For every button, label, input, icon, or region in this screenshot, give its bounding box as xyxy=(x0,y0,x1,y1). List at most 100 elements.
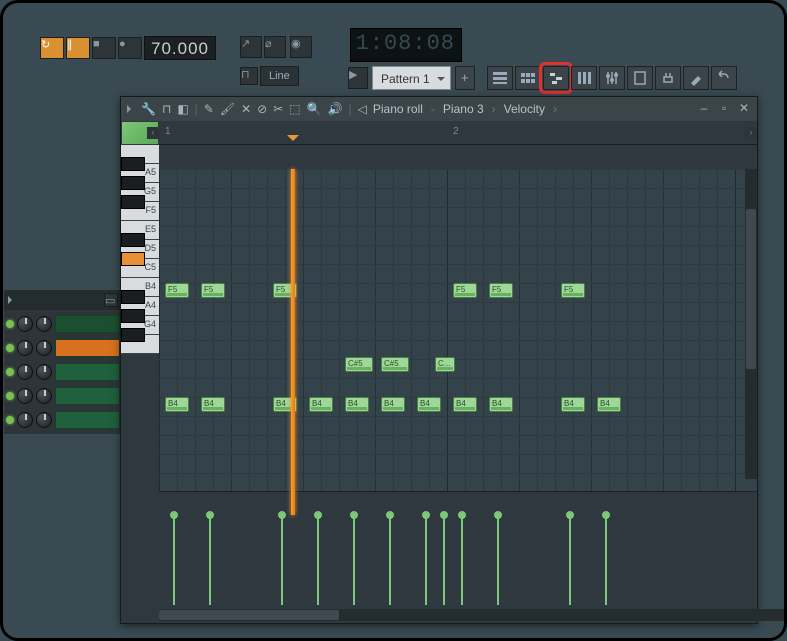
magnet-icon[interactable]: ⊓ xyxy=(240,67,258,85)
velocity-handle[interactable] xyxy=(173,515,175,605)
piano-key[interactable] xyxy=(121,176,145,190)
midi-note[interactable]: C#5 xyxy=(345,357,373,372)
midi-note[interactable]: B4 xyxy=(345,397,369,412)
note-grid[interactable]: F5F5F5F5F5F5C#5C#5C...B4B4B4B4B4B4B4B4B4… xyxy=(159,169,757,515)
channel-row[interactable] xyxy=(6,336,120,360)
velocity-handle[interactable] xyxy=(497,515,499,605)
minimize-button[interactable]: – xyxy=(697,102,711,116)
channel-row[interactable] xyxy=(6,384,120,408)
midi-note[interactable]: F5 xyxy=(165,283,189,298)
channel-row[interactable] xyxy=(6,312,120,336)
mixer-button[interactable] xyxy=(599,66,625,90)
piano-key[interactable] xyxy=(121,309,145,323)
midi-note[interactable]: B4 xyxy=(381,397,405,412)
browser-button[interactable] xyxy=(627,66,653,90)
piano-keyboard[interactable]: A5G5F5E5D5C5B4A4G4 xyxy=(121,145,159,491)
channelrack-button[interactable] xyxy=(571,66,597,90)
vol-knob[interactable] xyxy=(36,364,52,380)
velocity-handle[interactable] xyxy=(569,515,571,605)
magnet-icon[interactable]: ⊓ xyxy=(162,102,171,116)
velocity-handle[interactable] xyxy=(317,515,319,605)
select-icon[interactable]: ⬚ xyxy=(289,102,300,116)
scroll-right-button[interactable]: › xyxy=(745,127,757,139)
pan-knob[interactable] xyxy=(17,388,33,404)
stamp-icon[interactable]: ◧ xyxy=(177,102,188,116)
paint-icon[interactable]: 🖌 xyxy=(220,102,235,116)
pan-knob[interactable] xyxy=(17,316,33,332)
velocity-handle[interactable] xyxy=(353,515,355,605)
scrollbar-thumb[interactable] xyxy=(159,610,339,620)
draw-icon[interactable]: ✎ xyxy=(204,102,214,116)
undo-button[interactable] xyxy=(711,66,737,90)
channel-row[interactable] xyxy=(6,408,120,432)
tool-button[interactable] xyxy=(683,66,709,90)
playlist-button[interactable] xyxy=(487,66,513,90)
scrollbar-thumb[interactable] xyxy=(746,209,756,369)
midi-note[interactable]: F5 xyxy=(453,283,477,298)
piano-roll-titlebar[interactable]: 🔧 ⊓ ◧ | ✎ 🖌 ✕ ⊘ ✂ ⬚ 🔍 🔊 | ◁ Piano roll -… xyxy=(121,97,757,121)
piano-key[interactable] xyxy=(121,290,145,304)
piano-key[interactable] xyxy=(121,195,145,209)
channel-led[interactable] xyxy=(6,392,14,400)
loop-button[interactable]: ◉ xyxy=(290,36,312,58)
time-display[interactable]: 1:08:08 xyxy=(350,28,462,62)
piano-key[interactable] xyxy=(121,157,145,171)
piano-key[interactable] xyxy=(121,252,145,266)
horizontal-scrollbar[interactable] xyxy=(159,609,787,621)
expand-icon[interactable] xyxy=(8,296,16,304)
channel-slot[interactable] xyxy=(55,339,120,357)
velocity-editor[interactable] xyxy=(159,491,757,609)
scroll-left-button[interactable]: ‹ xyxy=(147,127,159,139)
tool-a-button[interactable]: ↗ xyxy=(240,36,262,58)
pan-knob[interactable] xyxy=(17,412,33,428)
velocity-handle[interactable] xyxy=(281,515,283,605)
record-button[interactable]: ● xyxy=(118,37,142,59)
plugin-button[interactable] xyxy=(655,66,681,90)
pattern-play-button[interactable]: ▶ xyxy=(348,67,368,89)
midi-note[interactable]: F5 xyxy=(201,283,225,298)
midi-note[interactable]: B4 xyxy=(453,397,477,412)
vertical-scrollbar[interactable] xyxy=(745,169,757,479)
tempo-display[interactable]: 70.000 xyxy=(144,36,216,60)
channel-led[interactable] xyxy=(6,320,14,328)
channel-led[interactable] xyxy=(6,368,14,376)
channel-slot[interactable] xyxy=(55,363,120,381)
wrench-icon[interactable]: 🔧 xyxy=(141,102,156,116)
vol-knob[interactable] xyxy=(36,412,52,428)
midi-note[interactable]: C#5 xyxy=(381,357,409,372)
maximize-button[interactable]: ▫ xyxy=(717,102,731,116)
folder-icon[interactable]: ▭ xyxy=(104,293,118,307)
midi-note[interactable]: B4 xyxy=(489,397,513,412)
vol-knob[interactable] xyxy=(36,388,52,404)
midi-note[interactable]: B4 xyxy=(417,397,441,412)
pan-knob[interactable] xyxy=(17,340,33,356)
slice-icon[interactable]: ✂ xyxy=(273,102,283,116)
stepseq-button[interactable] xyxy=(515,66,541,90)
playhead[interactable] xyxy=(291,169,295,515)
close-button[interactable]: ✕ xyxy=(737,102,751,116)
pattern-selector[interactable]: Pattern 1 xyxy=(372,66,451,90)
midi-note[interactable]: F5 xyxy=(489,283,513,298)
channel-slot[interactable] xyxy=(55,387,120,405)
speaker-icon[interactable]: ◁ xyxy=(358,102,367,116)
velocity-handle[interactable] xyxy=(425,515,427,605)
vol-knob[interactable] xyxy=(36,316,52,332)
pianoroll-button[interactable] xyxy=(543,66,569,90)
velocity-handle[interactable] xyxy=(461,515,463,605)
play-icon[interactable]: 🔊 xyxy=(328,102,343,116)
midi-note[interactable]: B4 xyxy=(165,397,189,412)
vol-knob[interactable] xyxy=(36,340,52,356)
midi-note[interactable]: B4 xyxy=(597,397,621,412)
snap-mode[interactable]: Line xyxy=(260,66,299,86)
pan-knob[interactable] xyxy=(17,364,33,380)
midi-note[interactable]: C... xyxy=(435,357,455,372)
pause-button[interactable]: ∥ xyxy=(66,37,90,59)
piano-key[interactable] xyxy=(121,233,145,247)
velocity-handle[interactable] xyxy=(443,515,445,605)
zoom-icon[interactable]: 🔍 xyxy=(307,102,322,116)
velocity-handle[interactable] xyxy=(209,515,211,605)
pattern-add-button[interactable]: + xyxy=(455,66,475,90)
velocity-handle[interactable] xyxy=(605,515,607,605)
property-name[interactable]: Velocity xyxy=(504,102,545,116)
midi-note[interactable]: B4 xyxy=(201,397,225,412)
